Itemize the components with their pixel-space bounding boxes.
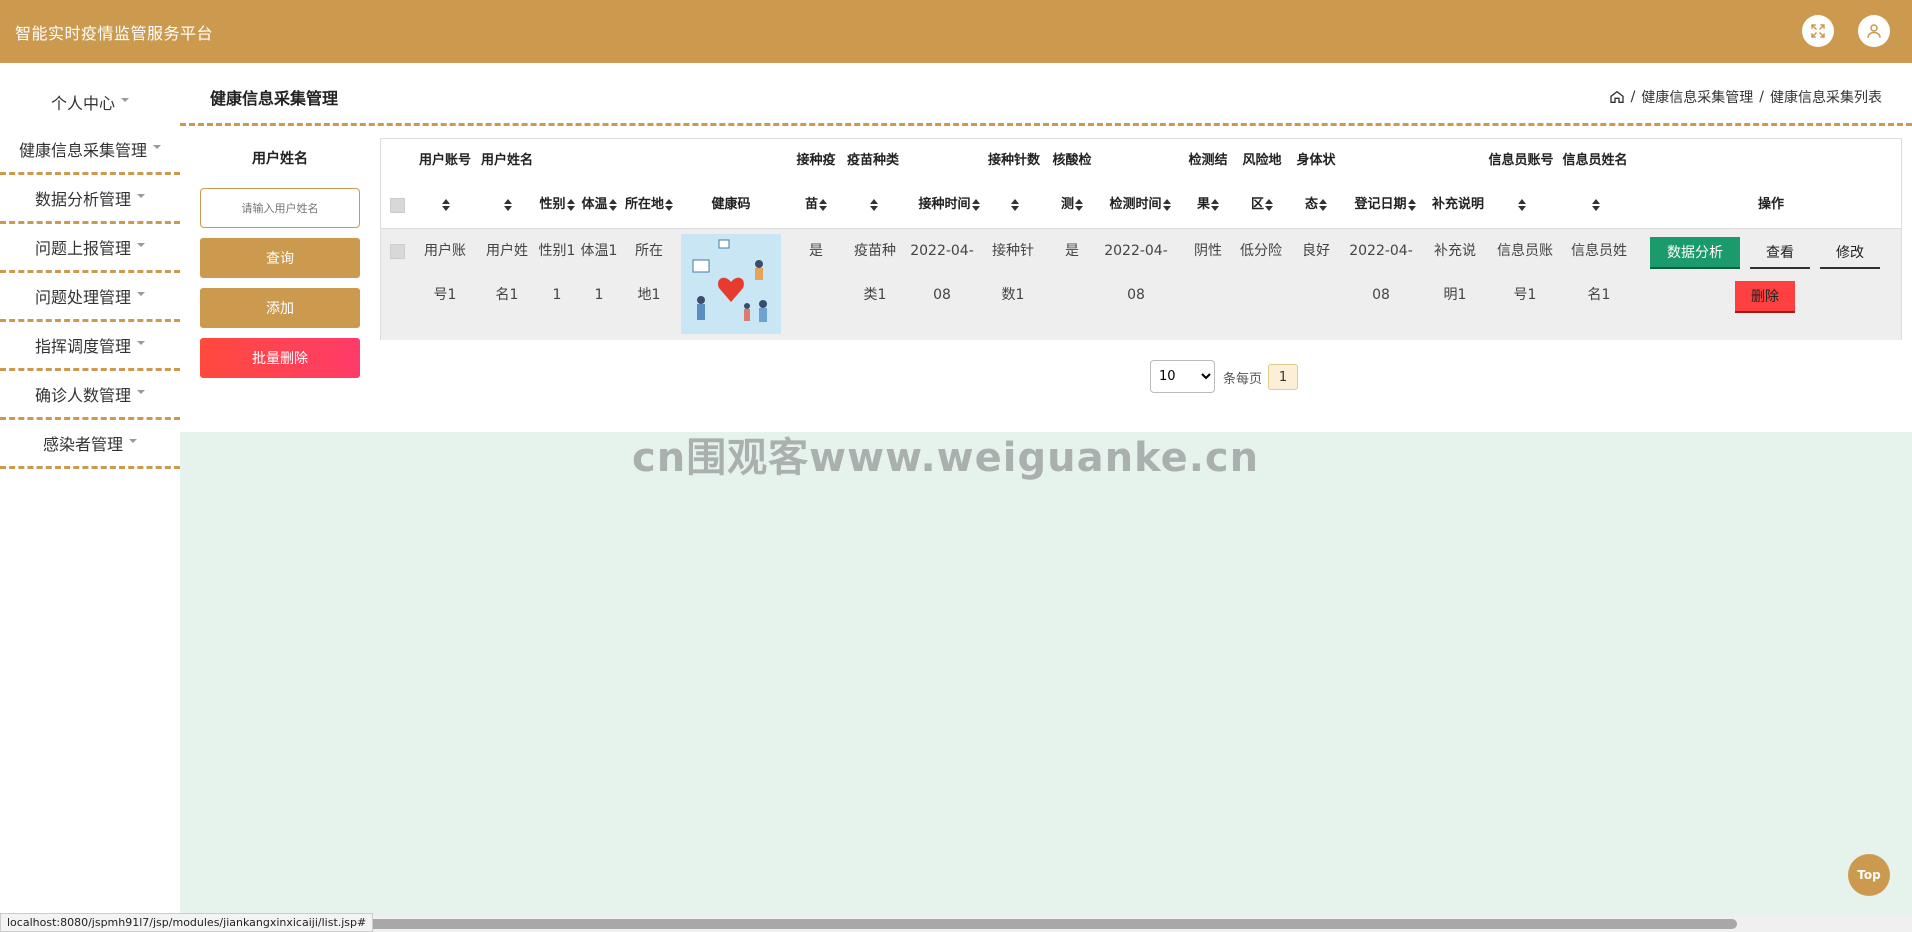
home-icon[interactable] xyxy=(1609,89,1625,105)
sort-icon[interactable] xyxy=(1319,198,1327,211)
filter-label: 用户姓名 xyxy=(252,151,308,167)
caret-down-icon xyxy=(129,439,137,443)
col-header-vaccinated: 接种疫 xyxy=(796,153,836,168)
data-table: 用户账号 用户姓名 性别 体温 所在地 健康码 接种疫 苗 疫苗种类 接种时间 … xyxy=(380,138,1902,340)
sort-icon[interactable] xyxy=(819,198,827,211)
status-bar-url: localhost:8080/jspmh91l7/jsp/modules/jia… xyxy=(0,913,374,932)
caret-down-icon xyxy=(153,145,161,149)
sidebar-item-confirmed-count[interactable]: 确诊人数管理 xyxy=(0,371,180,420)
breadcrumb: / 健康信息采集管理 / 健康信息采集列表 xyxy=(1609,87,1882,107)
delete-button[interactable]: 删除 xyxy=(1735,281,1795,313)
sort-icon[interactable] xyxy=(869,198,878,211)
col-header-name: 用户姓名 xyxy=(480,153,533,168)
sort-icon[interactable] xyxy=(1162,198,1171,211)
sort-icon[interactable] xyxy=(566,198,575,211)
batch-delete-button[interactable]: 批量删除 xyxy=(200,338,360,378)
caret-down-icon xyxy=(137,292,145,296)
sort-icon[interactable] xyxy=(1010,198,1019,211)
sort-icon[interactable] xyxy=(1265,198,1273,211)
col-header-result: 检测结 xyxy=(1188,153,1228,168)
username-search-input[interactable] xyxy=(200,188,360,228)
col-header-doses: 接种针数 xyxy=(987,153,1040,168)
edit-button[interactable]: 修改 xyxy=(1820,237,1880,269)
sort-icon[interactable] xyxy=(1407,198,1416,211)
caret-down-icon xyxy=(137,390,145,394)
caret-down-icon xyxy=(137,243,145,247)
caret-down-icon xyxy=(121,97,129,102)
sort-icon[interactable] xyxy=(1517,198,1526,211)
view-button[interactable]: 查看 xyxy=(1750,237,1810,269)
col-header-risk-area: 风险地 xyxy=(1242,153,1282,168)
health-code-image[interactable] xyxy=(681,234,781,334)
page-header: 健康信息采集管理 / 健康信息采集管理 / 健康信息采集列表 xyxy=(180,63,1912,126)
col-header-vaccine-type: 疫苗种类 xyxy=(846,153,899,168)
sidebar-item-personal-center[interactable]: 个人中心 xyxy=(0,77,180,126)
watermark: cn围观客www.weiguanke.cn xyxy=(632,435,1260,481)
sidebar-item-dispatch[interactable]: 指挥调度管理 xyxy=(0,322,180,371)
scrollbar-thumb[interactable] xyxy=(355,919,1737,929)
col-header-nucleic: 核酸检 xyxy=(1052,153,1092,168)
col-header-reg-date[interactable]: 登记日期 xyxy=(1345,183,1425,227)
sidebar-item-infected[interactable]: 感染者管理 xyxy=(0,420,180,469)
col-header-staff-account: 信息员账号 xyxy=(1488,153,1554,168)
sidebar-item-issue-handling[interactable]: 问题处理管理 xyxy=(0,273,180,322)
caret-down-icon xyxy=(137,341,145,345)
page-size-label: 条每页 xyxy=(1223,372,1263,387)
data-analysis-button[interactable]: 数据分析 xyxy=(1650,237,1740,269)
table-row: 用户账 号1 用户姓 名1 性别1 1 体温1 1 所在 地1 是 疫苗种 类1… xyxy=(381,228,1901,340)
content-background xyxy=(180,432,1912,916)
breadcrumb-item-current: 健康信息采集列表 xyxy=(1770,90,1882,106)
sort-icon[interactable] xyxy=(1211,198,1219,211)
top-bar: 智能实时疫情监管服务平台 xyxy=(0,0,1912,63)
page-number-current[interactable]: 1 xyxy=(1268,364,1298,390)
sort-icon[interactable] xyxy=(1075,198,1083,211)
sort-icon[interactable] xyxy=(665,198,673,211)
caret-down-icon xyxy=(137,194,145,198)
sidebar-item-health-info[interactable]: 健康信息采集管理 xyxy=(0,126,180,175)
sort-icon[interactable] xyxy=(1591,198,1600,211)
col-header-gender[interactable]: 性别 xyxy=(537,183,577,227)
table-header: 用户账号 用户姓名 性别 体温 所在地 健康码 接种疫 苗 疫苗种类 接种时间 … xyxy=(381,139,1901,228)
sidebar-item-issue-report[interactable]: 问题上报管理 xyxy=(0,224,180,273)
search-button[interactable]: 查询 xyxy=(200,238,360,278)
page-size-select[interactable]: 10 xyxy=(1150,360,1215,393)
fullscreen-icon[interactable] xyxy=(1802,15,1834,47)
col-header-staff-name: 信息员姓名 xyxy=(1562,153,1628,168)
user-icon[interactable] xyxy=(1858,15,1890,47)
add-button[interactable]: 添加 xyxy=(200,288,360,328)
col-header-location[interactable]: 所在地 xyxy=(621,183,677,227)
sort-icon[interactable] xyxy=(441,198,450,211)
col-header-actions: 操作 xyxy=(1757,197,1784,212)
sidebar-item-data-analysis[interactable]: 数据分析管理 xyxy=(0,175,180,224)
select-all-checkbox[interactable] xyxy=(390,198,405,213)
breadcrumb-item[interactable]: 健康信息采集管理 xyxy=(1641,87,1753,107)
sidebar: 个人中心 健康信息采集管理 数据分析管理 问题上报管理 问题处理管理 指挥调度管… xyxy=(0,63,180,932)
col-header-health-code: 健康码 xyxy=(711,197,751,212)
row-checkbox[interactable] xyxy=(390,244,405,259)
back-to-top-button[interactable]: Top xyxy=(1848,854,1890,896)
col-header-test-time[interactable]: 检测时间 xyxy=(1097,183,1183,227)
sort-icon[interactable] xyxy=(503,198,512,211)
app-title: 智能实时疫情监管服务平台 xyxy=(15,24,214,43)
col-header-account: 用户账号 xyxy=(418,153,471,168)
col-header-temperature[interactable]: 体温 xyxy=(579,183,619,227)
sort-icon[interactable] xyxy=(608,198,617,211)
col-header-physical: 身体状 xyxy=(1296,153,1336,168)
page-title: 健康信息采集管理 xyxy=(210,89,339,108)
